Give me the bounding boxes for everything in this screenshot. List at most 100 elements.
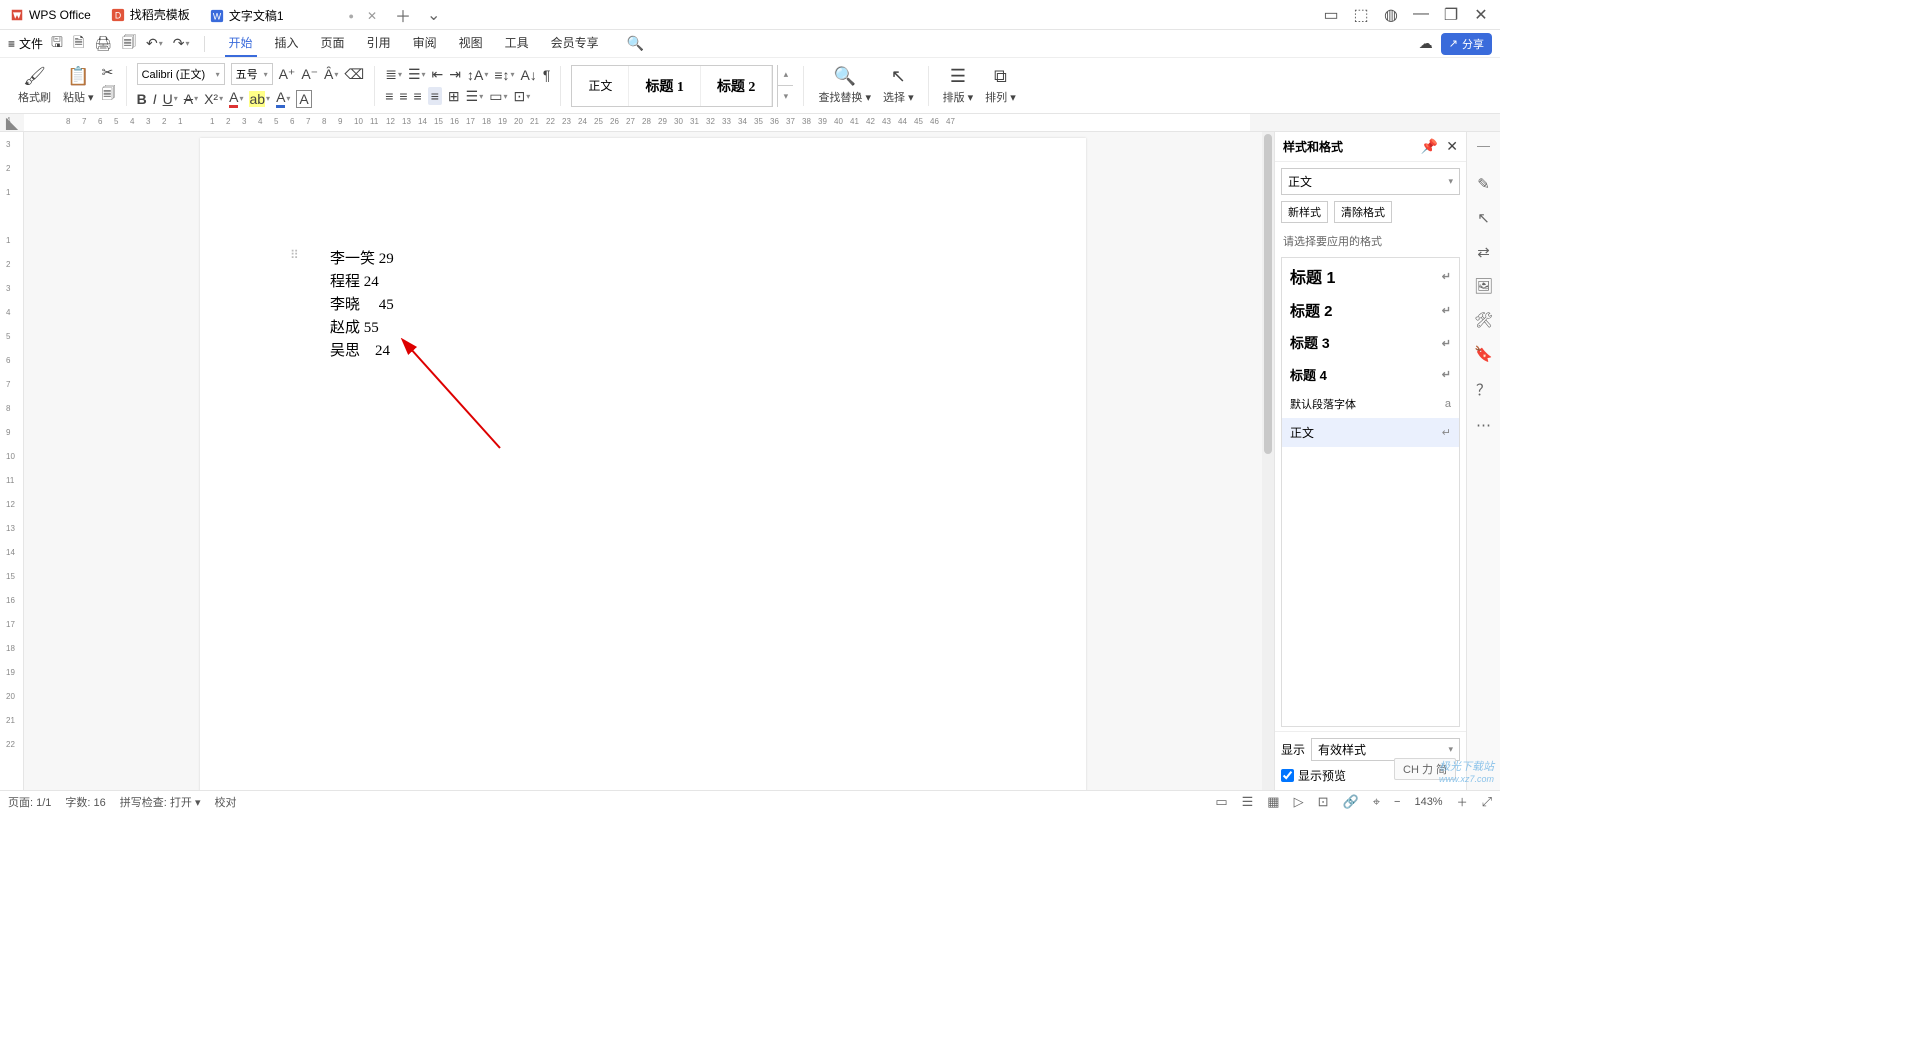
sort-icon[interactable]: A↓ <box>521 67 537 83</box>
outdent-icon[interactable]: ⇤ <box>432 66 444 83</box>
style-h1[interactable]: 标题 1 <box>629 66 701 106</box>
close-tab-icon[interactable]: ✕ <box>367 9 377 23</box>
layout-button[interactable]: ☰排版 ▾ <box>939 64 978 107</box>
arrange-button[interactable]: ⧉排列 ▾ <box>981 64 1020 107</box>
gallery-scroll[interactable]: ▴▾ <box>777 65 793 107</box>
tab-view[interactable]: 视图 <box>455 30 487 57</box>
bookmark-icon[interactable]: 🔖 <box>1474 345 1493 363</box>
app-tab[interactable]: WPS Office <box>0 0 101 29</box>
help-icon[interactable]: ？ <box>1476 379 1491 400</box>
doc-line[interactable]: 赵成 55 <box>330 317 956 340</box>
cut-icon[interactable]: ✂ <box>102 64 116 81</box>
view-fit-icon[interactable]: ⊡ <box>1318 794 1329 810</box>
format-painter-button[interactable]: 🖌格式刷 <box>14 64 55 107</box>
shrink-font-icon[interactable]: A⁻ <box>301 66 318 83</box>
doc-line[interactable]: 李一笑 29 <box>330 248 956 271</box>
zoom-fit-icon[interactable]: ⌖ <box>1373 794 1380 810</box>
image-tool-icon[interactable]: 🖼 <box>1474 277 1493 295</box>
align-right-icon[interactable]: ≡ <box>414 88 422 104</box>
clear-format-icon[interactable]: ⌫ <box>344 66 364 83</box>
align-justify-icon[interactable]: ≡ <box>428 87 442 105</box>
edit-tool-icon[interactable]: ✎ <box>1477 175 1490 193</box>
zoom-level[interactable]: 143% <box>1414 796 1442 808</box>
bullet-list-icon[interactable]: ≣ <box>385 66 402 83</box>
redo-button[interactable]: ↷ <box>173 35 190 52</box>
collapse-pane-icon[interactable]: — <box>1477 138 1490 159</box>
underline-icon[interactable]: U <box>163 91 178 107</box>
cloud-icon[interactable]: ☁ <box>1419 35 1433 52</box>
zoom-out-button[interactable]: − <box>1394 796 1400 808</box>
style-list-item[interactable]: 正文↵ <box>1282 418 1459 447</box>
new-tab-button[interactable]: ＋ <box>387 3 419 27</box>
font-color-icon[interactable]: A <box>229 89 243 108</box>
select-button[interactable]: ↖选择 ▾ <box>879 64 918 107</box>
indent-icon[interactable]: ⇥ <box>449 66 461 83</box>
fullscreen-icon[interactable]: ⤢ <box>1482 794 1492 810</box>
horizontal-ruler[interactable]: 8765432112345678910111213141516171819202… <box>24 114 1250 131</box>
distribute-icon[interactable]: ⊞ <box>448 88 460 105</box>
style-body[interactable]: 正文 <box>572 66 629 106</box>
minimize-button[interactable]: — <box>1408 5 1434 25</box>
search-icon[interactable]: 🔍 <box>627 30 644 57</box>
style-list-item[interactable]: 标题 1↵ <box>1282 258 1459 294</box>
more-icon[interactable]: ⋯ <box>1476 416 1491 434</box>
style-h2[interactable]: 标题 2 <box>701 66 773 106</box>
exchange-icon[interactable]: ⇄ <box>1477 243 1490 261</box>
tab-insert[interactable]: 插入 <box>271 30 303 57</box>
strike-icon[interactable]: A <box>184 91 198 107</box>
tab-tools[interactable]: 工具 <box>501 30 533 57</box>
paste-button[interactable]: 📋粘贴 ▾ <box>59 64 98 107</box>
spell-check-status[interactable]: 拼写检查: 打开 ▾ <box>120 794 201 810</box>
para-shading-icon[interactable]: ▭ <box>489 88 507 105</box>
shading-icon[interactable]: A <box>276 89 290 108</box>
maximize-button[interactable]: ❐ <box>1438 5 1464 25</box>
zoom-in-button[interactable]: ＋ <box>1457 794 1468 810</box>
bold-icon[interactable]: B <box>137 91 147 107</box>
proof-status[interactable]: 校对 <box>214 794 236 810</box>
pin-icon[interactable]: 📌 <box>1421 138 1438 155</box>
undo-button[interactable]: ↶ <box>146 35 163 52</box>
doc-line[interactable]: 吴思 24 <box>330 340 956 363</box>
document-tab[interactable]: W 文字文稿1 ● ✕ <box>200 0 387 29</box>
tab-review[interactable]: 审阅 <box>409 30 441 57</box>
view-outline-icon[interactable]: ☰ <box>1242 794 1254 810</box>
style-list-item[interactable]: 默认段落字体a <box>1282 390 1459 418</box>
export-icon[interactable]: 🗎 <box>73 32 84 56</box>
vertical-scrollbar[interactable] <box>1262 132 1274 790</box>
number-list-icon[interactable]: ☰ <box>408 66 426 83</box>
repair-icon[interactable]: 🛠 <box>1474 311 1493 329</box>
new-style-button[interactable]: 新样式 <box>1281 201 1328 223</box>
tab-page[interactable]: 页面 <box>317 30 349 57</box>
clear-format-button[interactable]: 清除格式 <box>1334 201 1392 223</box>
style-list-item[interactable]: 标题 4↵ <box>1282 359 1459 390</box>
font-name-select[interactable]: Calibri (正文)▾ <box>137 63 225 85</box>
text-direction-icon[interactable]: ↕A <box>467 67 488 83</box>
style-list-item[interactable]: 标题 2↵ <box>1282 294 1459 327</box>
close-window-button[interactable]: ✕ <box>1468 5 1494 25</box>
close-pane-icon[interactable]: ✕ <box>1446 138 1458 155</box>
doc-line[interactable]: 程程 24 <box>330 271 956 294</box>
view-web-icon[interactable]: ▦ <box>1267 794 1279 810</box>
show-marks-icon[interactable]: ¶ <box>543 67 551 83</box>
tab-member[interactable]: 会员专享 <box>547 30 603 57</box>
find-replace-button[interactable]: 🔍查找替换 ▾ <box>814 64 875 107</box>
highlight-icon[interactable]: ab <box>249 91 270 107</box>
tab-reference[interactable]: 引用 <box>363 30 395 57</box>
italic-icon[interactable]: I <box>153 91 157 107</box>
save-icon[interactable]: 🖫 <box>51 32 63 56</box>
select-tool-icon[interactable]: ↖ <box>1477 209 1490 227</box>
print-preview-icon[interactable]: 🗐 <box>122 32 136 56</box>
tab-home[interactable]: 开始 <box>225 30 257 57</box>
tab-menu-button[interactable]: ⌄ <box>419 5 448 25</box>
file-menu[interactable]: ≡ 文件 <box>8 35 43 52</box>
vertical-ruler[interactable]: 432112345678910111213141516171819202122 <box>0 132 24 790</box>
font-size-select[interactable]: 五号▾ <box>231 63 273 85</box>
share-button[interactable]: ↗ 分享 <box>1441 33 1492 55</box>
word-count[interactable]: 字数: 16 <box>65 794 105 810</box>
drag-handle-icon[interactable]: ⠿ <box>290 248 299 262</box>
change-case-icon[interactable]: Ȃ <box>324 66 338 82</box>
para-spacing-icon[interactable]: ☰ <box>466 88 484 105</box>
doc-line[interactable]: 李晓 45 <box>330 294 956 317</box>
document-area[interactable]: ⠿ 李一笑 29 程程 24 李晓 45 赵成 55 吴思 24 <box>24 132 1262 790</box>
ruler-corner[interactable]: ◣ <box>0 114 24 131</box>
